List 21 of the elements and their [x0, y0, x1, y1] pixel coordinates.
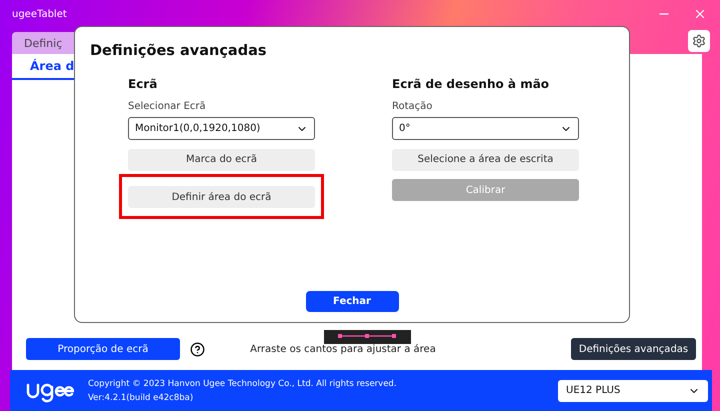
- field-label: Rotação: [392, 101, 434, 112]
- select-field[interactable]: Monitor1(0,0,1920,1080): [128, 117, 315, 140]
- copyright-text: Copyright © 2023 Hanvon Ugee Technology Co., Ltd. All rights reserved.: [88, 378, 398, 388]
- action-button[interactable]: Marca do ecrã: [128, 148, 315, 170]
- select-field[interactable]: 0°: [392, 117, 579, 140]
- help-icon[interactable]: [190, 342, 205, 356]
- close-dialog-button[interactable]: Fechar: [306, 291, 398, 312]
- settings-icon: [692, 34, 706, 48]
- section-heading: Ecrã: [128, 77, 158, 93]
- device-select[interactable]: UE12 PLUS: [558, 380, 708, 402]
- section-heading: Ecrã de desenho à mão: [392, 77, 550, 93]
- version-text: Ver:4.2.1(build e42c8ba): [88, 392, 194, 402]
- field-label: Selecionar Ecrã: [128, 101, 207, 112]
- hint-text: Arraste os cantos para ajustar a área: [249, 344, 437, 354]
- advanced-settings-button[interactable]: Definições avançadas: [571, 338, 696, 360]
- action-button[interactable]: Definir área do ecrã: [128, 186, 315, 208]
- close-icon: [693, 7, 707, 21]
- action-button[interactable]: Selecione a área de escrita: [392, 148, 579, 170]
- screen-ratio-button[interactable]: Proporção de ecrã: [26, 338, 180, 360]
- settings-button[interactable]: [688, 30, 710, 52]
- window-title: ugeeTablet: [12, 8, 68, 20]
